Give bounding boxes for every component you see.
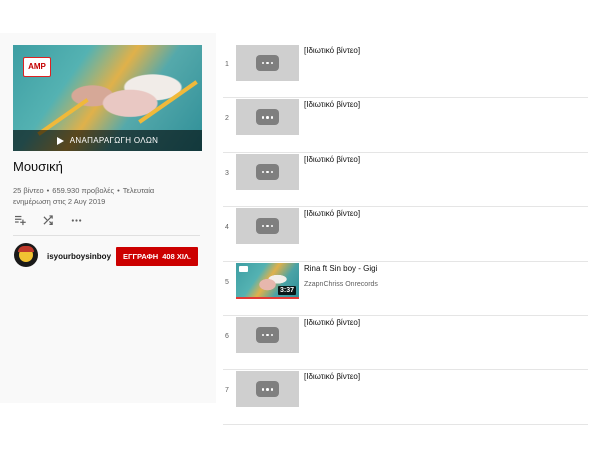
list-item[interactable]: 5 3:37 Rina ft Sin boy - Gigi ZzapnChris…: [223, 262, 588, 316]
video-index: 6: [225, 332, 229, 340]
more-icon: [256, 218, 279, 235]
play-all-label: ΑΝΑΠΑΡΑΓΩΓΗ ΟΛΩΝ: [69, 136, 159, 145]
more-icon: [256, 163, 279, 180]
video-thumbnail[interactable]: [236, 316, 299, 353]
more-icon: [256, 381, 279, 398]
video-count: 25 βίντεο: [13, 186, 44, 195]
video-thumbnail[interactable]: [236, 208, 299, 245]
video-duration: 3:37: [277, 285, 296, 295]
list-item[interactable]: 7 [Ιδιωτικό βίντεο]: [223, 370, 588, 425]
add-to-queue-icon: [14, 215, 26, 225]
video-index: 4: [225, 224, 229, 232]
list-item[interactable]: 4 [Ιδιωτικό βίντεο]: [223, 207, 588, 262]
channel-logo: AMP: [23, 57, 51, 77]
more-button[interactable]: [69, 214, 83, 226]
thumbnail-stripe: [138, 80, 198, 124]
more-icon: [256, 55, 279, 71]
play-icon: [56, 136, 64, 145]
shuffle-icon: [42, 214, 53, 225]
more-icon: [256, 326, 279, 343]
list-item[interactable]: 6 [Ιδιωτικό βίντεο]: [223, 316, 588, 371]
video-title[interactable]: [Ιδιωτικό βίντεο]: [304, 209, 360, 218]
video-thumbnail[interactable]: [236, 99, 299, 136]
playlist-stats: 25 βίντεο • 659.930 προβολές • Τελευταία ενη…: [13, 186, 155, 206]
playlist-sidebar: AMP ΑΝΑΠΑΡΑΓΩΓΗ ΟΛΩΝ Μουσική 25 βίντεο • 6…: [0, 33, 216, 403]
video-channel[interactable]: ZzapnChriss Onrecords: [304, 281, 378, 288]
more-horiz-icon: [71, 218, 81, 222]
video-thumbnail[interactable]: [236, 45, 299, 81]
channel-name[interactable]: isyourboysinboy: [47, 252, 111, 261]
top-bar: [0, 0, 600, 33]
subscriber-count: 408 ΧΙΛ.: [162, 252, 192, 261]
video-title[interactable]: [Ιδιωτικό βίντεο]: [304, 318, 360, 327]
playlist-thumbnail[interactable]: AMP ΑΝΑΠΑΡΑΓΩΓΗ ΟΛΩΝ: [13, 45, 202, 151]
video-thumbnail[interactable]: [236, 153, 299, 190]
list-item[interactable]: 3 [Ιδιωτικό βίντεο]: [223, 153, 588, 208]
video-index: 3: [225, 169, 229, 177]
shuffle-button[interactable]: [41, 214, 55, 226]
channel-avatar[interactable]: [14, 243, 38, 267]
subscribe-button[interactable]: ΕΓΓΡΑΦΗ 408 ΧΙΛ.: [116, 247, 198, 266]
avatar-cap: [18, 246, 34, 252]
list-item[interactable]: 1 [Ιδιωτικό βίντεο]: [223, 44, 588, 99]
video-list: 1 [Ιδιωτικό βίντεο] 2 [Ιδιωτικό βίντεο] …: [223, 44, 588, 425]
list-item[interactable]: 2 [Ιδιωτικό βίντεο]: [223, 98, 588, 153]
divider: [13, 235, 200, 236]
video-title[interactable]: [Ιδιωτικό βίντεο]: [304, 100, 360, 109]
channel-logo: [239, 265, 248, 272]
playlist-title: Μουσική: [13, 159, 63, 174]
more-icon: [256, 109, 279, 126]
video-index: 5: [225, 278, 229, 286]
video-title[interactable]: [Ιδιωτικό βίντεο]: [304, 155, 360, 164]
playlist-actions: [13, 214, 83, 226]
video-thumbnail[interactable]: 3:37: [236, 262, 299, 299]
play-all-button[interactable]: ΑΝΑΠΑΡΑΓΩΓΗ ΟΛΩΝ: [13, 130, 202, 151]
video-title[interactable]: Rina ft Sin boy - Gigi: [304, 264, 377, 273]
video-index: 1: [225, 61, 229, 68]
add-to-queue-button[interactable]: [13, 214, 27, 226]
video-title[interactable]: [Ιδιωτικό βίντεο]: [304, 372, 360, 381]
video-index: 2: [225, 115, 229, 123]
watch-progress: [236, 296, 299, 299]
subscribe-label: ΕΓΓΡΑΦΗ: [122, 252, 159, 261]
video-index: 7: [225, 387, 229, 395]
video-title[interactable]: [Ιδιωτικό βίντεο]: [304, 46, 360, 55]
video-thumbnail[interactable]: [236, 371, 299, 408]
view-count: 659.930 προβολές: [52, 186, 115, 195]
